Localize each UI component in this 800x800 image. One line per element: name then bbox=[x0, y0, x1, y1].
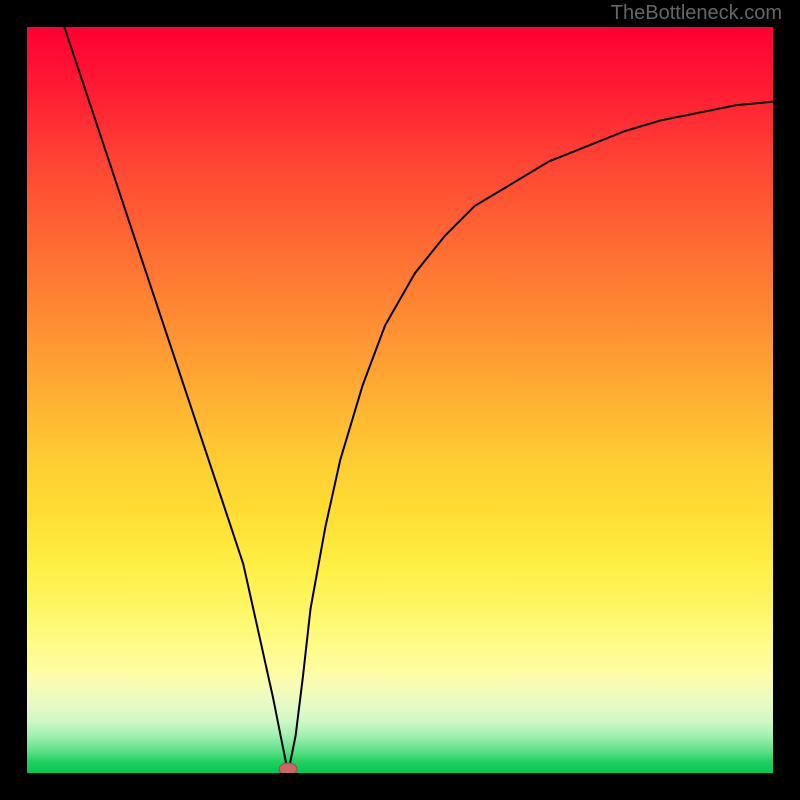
bottleneck-curve-path bbox=[64, 27, 773, 773]
minimum-marker bbox=[279, 763, 297, 773]
watermark-text: TheBottleneck.com bbox=[611, 2, 782, 25]
chart-plot-area bbox=[27, 27, 773, 773]
chart-svg bbox=[27, 27, 773, 773]
